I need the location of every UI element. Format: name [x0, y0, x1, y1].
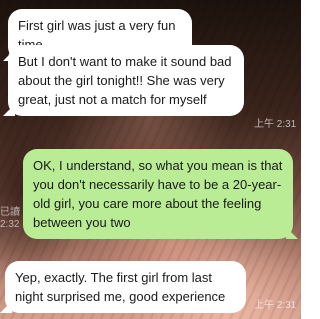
- message-bubble-incoming[interactable]: Yep, exactly. The first girl from last n…: [5, 261, 246, 313]
- message-bubble-outgoing[interactable]: OK, I understand, so what you mean is th…: [23, 149, 293, 239]
- message-timestamp: 上午 2:31: [254, 300, 297, 311]
- read-label: 已讀: [0, 207, 20, 218]
- message-timestamp: 上午 2:31: [254, 119, 297, 130]
- message-text: OK, I understand, so what you mean is th…: [33, 158, 283, 230]
- message-text: Yep, exactly. The first girl from last n…: [15, 270, 226, 304]
- message-read-status: 已讀 2:32: [0, 207, 20, 231]
- message-text: But I don't want to make it sound bad ab…: [18, 54, 232, 107]
- message-timestamp: 2:32: [0, 219, 20, 230]
- message-bubble-incoming[interactable]: But I don't want to make it sound bad ab…: [8, 45, 244, 116]
